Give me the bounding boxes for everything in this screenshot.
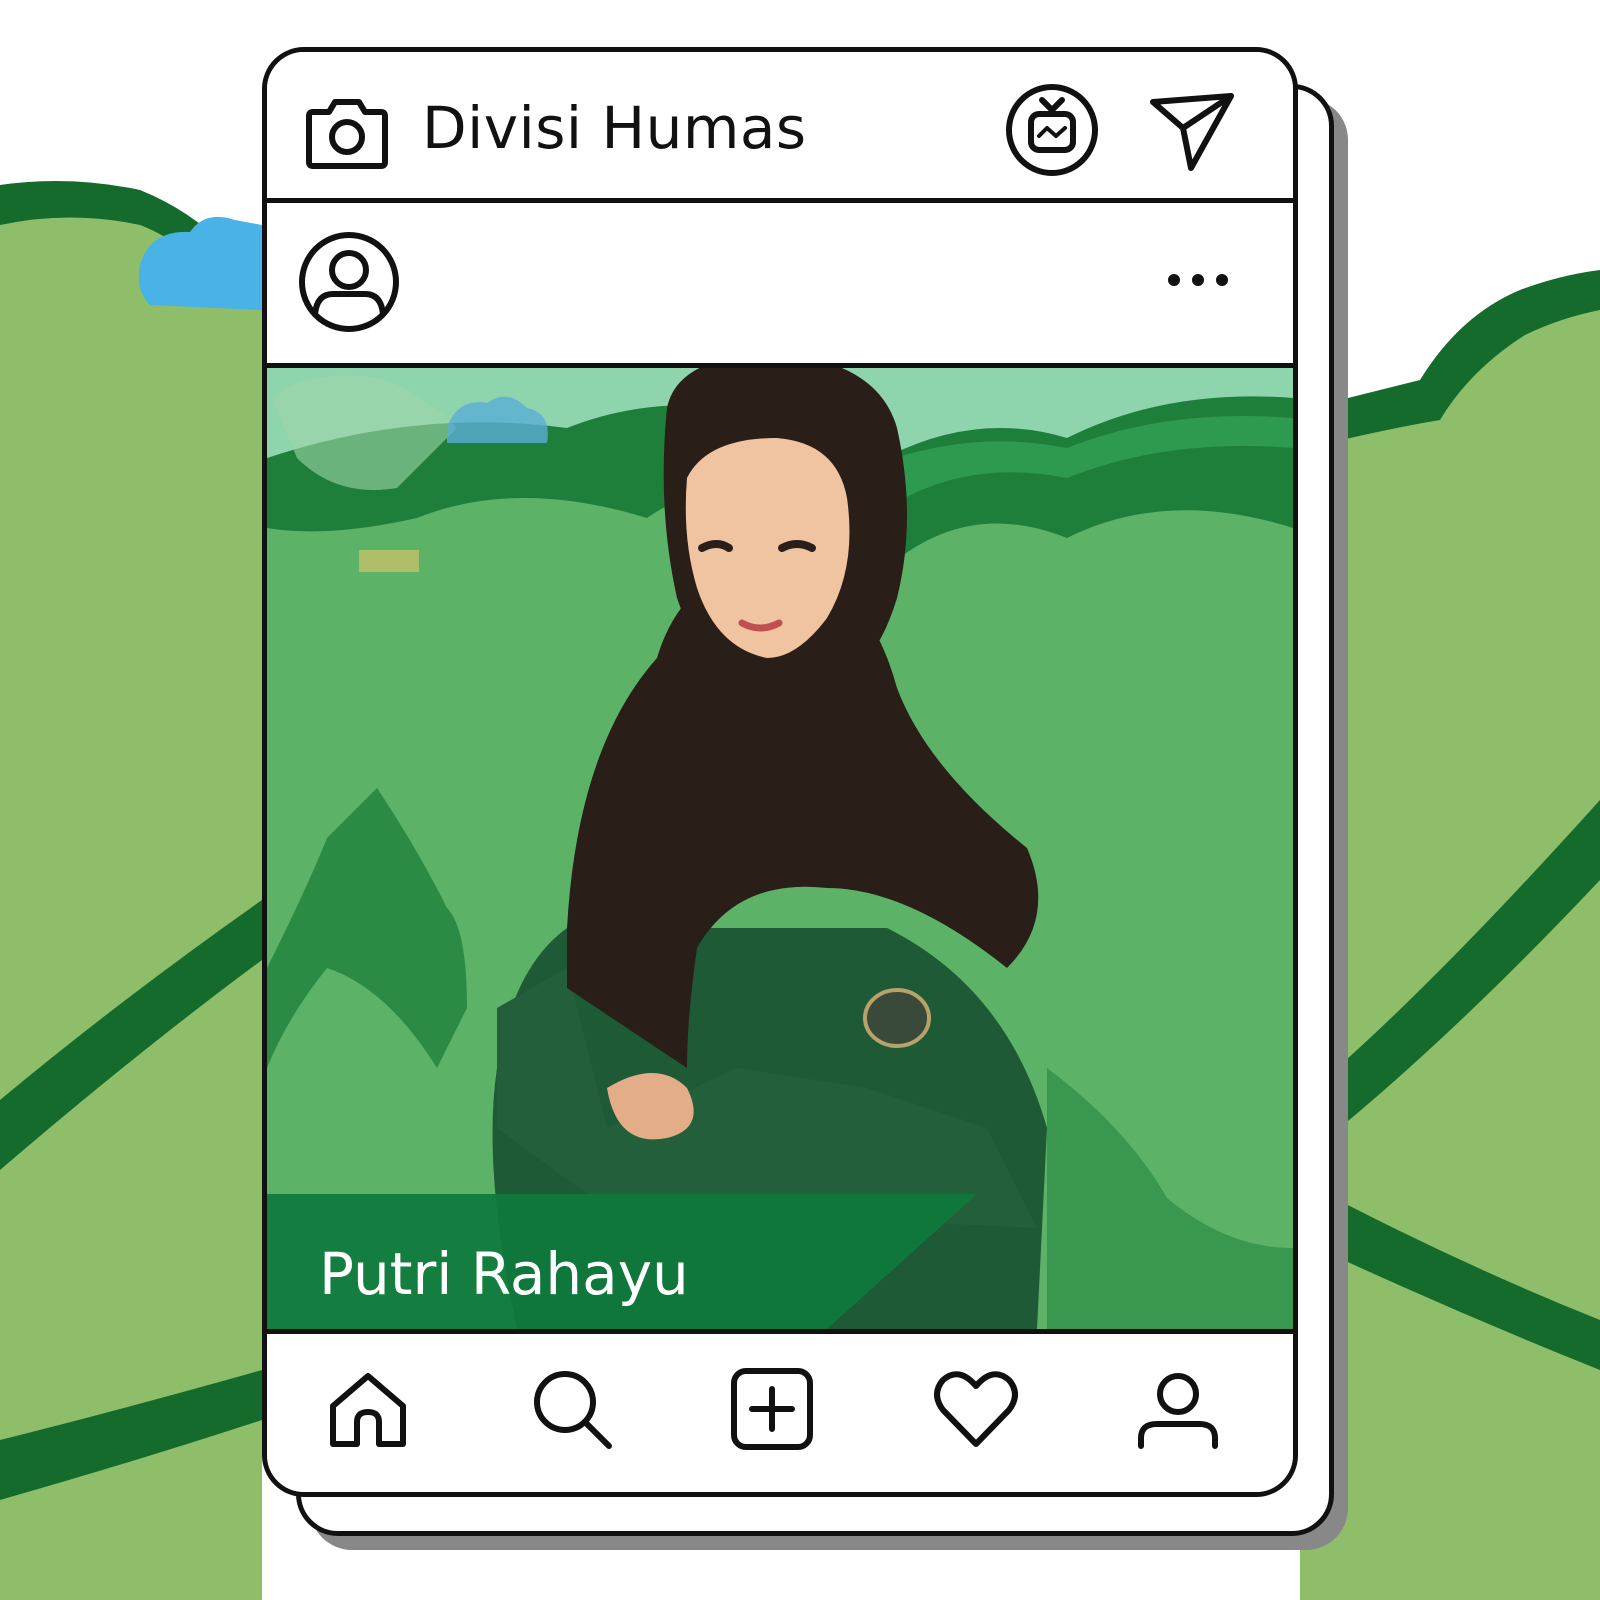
app-header: Divisi Humas xyxy=(267,52,1293,203)
app-title: Divisi Humas xyxy=(422,94,807,162)
caption-name-label: Putri Rahayu xyxy=(319,1240,689,1308)
post-card: Divisi Humas Putri Rahayu xyxy=(262,47,1298,1497)
search-icon xyxy=(534,1371,612,1449)
photo-illustration xyxy=(267,368,1293,1329)
more-options-icon[interactable] xyxy=(1165,265,1231,295)
nav-search-button[interactable] xyxy=(527,1364,617,1454)
nav-activity-button[interactable] xyxy=(931,1364,1021,1454)
heart-icon xyxy=(934,1371,1018,1447)
post-photo[interactable]: Putri Rahayu xyxy=(267,368,1293,1329)
send-icon[interactable] xyxy=(1147,88,1237,178)
nav-home-button[interactable] xyxy=(323,1364,413,1454)
home-icon xyxy=(330,1373,406,1447)
igtv-icon[interactable] xyxy=(1004,82,1100,178)
nav-add-button[interactable] xyxy=(727,1364,817,1454)
post-author-row xyxy=(267,203,1293,368)
camera-icon[interactable] xyxy=(305,90,389,174)
bottom-nav-bar xyxy=(267,1329,1293,1492)
add-post-icon xyxy=(731,1368,813,1450)
profile-icon xyxy=(1138,1373,1218,1449)
avatar-icon[interactable] xyxy=(297,230,401,334)
nav-profile-button[interactable] xyxy=(1133,1364,1223,1454)
